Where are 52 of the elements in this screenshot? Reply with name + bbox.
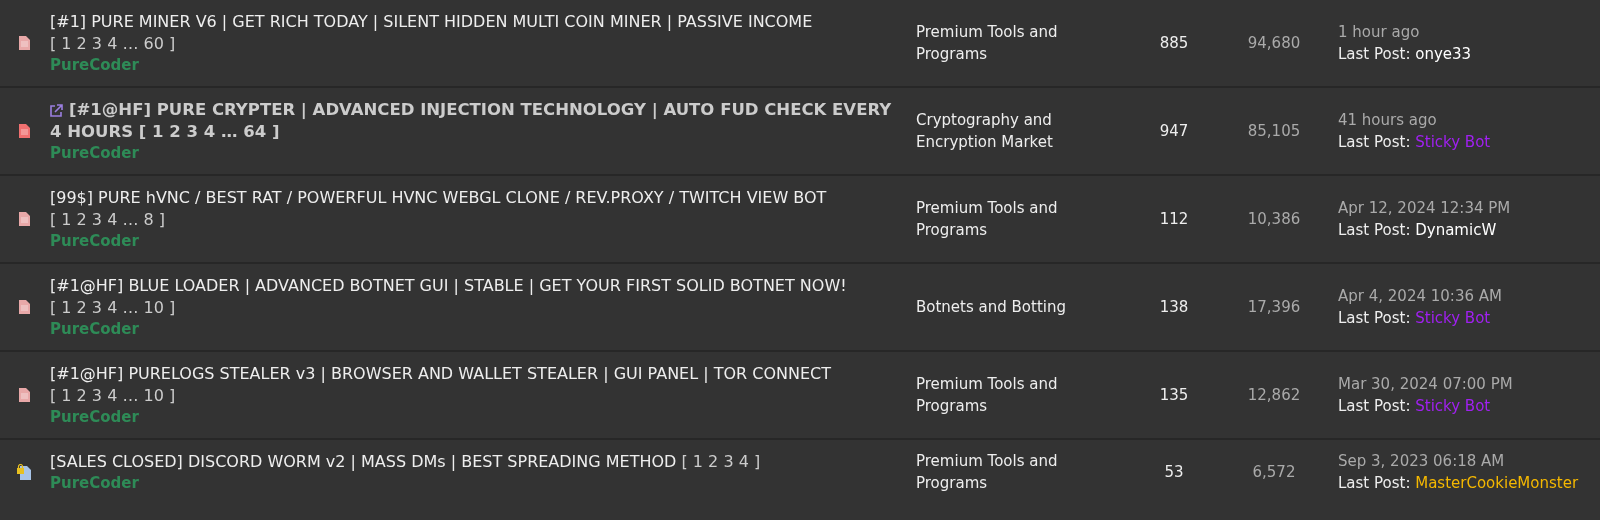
reply-count: 947 [1159, 122, 1189, 140]
view-count: 10,386 [1247, 210, 1301, 228]
last-poster-name[interactable]: onye33 [1415, 45, 1472, 63]
page-links[interactable]: [ 1 2 3 4 ] [681, 452, 761, 471]
last-post-label: Last Post: [1338, 474, 1411, 492]
last-post-time: Sep 3, 2023 06:18 AM [1338, 451, 1505, 472]
page-links[interactable]: [ 1 2 3 4 … 10 ] [50, 298, 176, 317]
last-post-time: 41 hours ago [1338, 110, 1437, 131]
document-icon [18, 212, 30, 226]
forum-name[interactable]: Premium Tools and Programs [916, 197, 1114, 241]
document-icon [18, 388, 30, 402]
thread-title[interactable]: [#1@HF] PURELOGS STEALER v3 | BROWSER AND WALLET STEALER | GUI PANEL | TOR CONNECT [ 1 2 3 4 … 10 ] [50, 363, 896, 407]
view-count: 94,680 [1247, 34, 1301, 52]
last-post-label: Last Post: [1338, 45, 1411, 63]
external-link-icon[interactable] [50, 104, 63, 117]
thread-title[interactable]: [99$] PURE hVNC / BEST RAT / POWERFUL HVNC WEBGL CLONE / REV.PROXY / TWITCH VIEW BOT [ 1 2 3 4 … 8 ] [50, 187, 896, 231]
view-count: 12,862 [1247, 386, 1301, 404]
document-icon [18, 300, 30, 314]
last-poster-name[interactable]: MasterCookieMonster [1415, 474, 1579, 492]
thread-title[interactable]: [#1@HF] PURE CRYPTER | ADVANCED INJECTION TECHNOLOGY | AUTO FUD CHECK EVERY 4 HOURS [ 1 2 3 4 … 64 ] [50, 99, 896, 143]
thread-title[interactable]: [SALES CLOSED] DISCORD WORM v2 | MASS DMs | BEST SPREADING METHOD [ 1 2 3 4 ] [50, 451, 896, 473]
reply-count: 53 [1164, 463, 1184, 481]
reply-count: 885 [1159, 34, 1189, 52]
last-post-time: 1 hour ago [1338, 22, 1420, 43]
reply-count: 112 [1159, 210, 1189, 228]
forum-name[interactable]: Premium Tools and Programs [916, 21, 1114, 65]
page-links[interactable]: [ 1 2 3 4 … 10 ] [50, 386, 176, 405]
page-links[interactable]: [ 1 2 3 4 … 60 ] [50, 34, 176, 53]
forum-name[interactable]: Cryptography and Encryption Market [916, 109, 1114, 153]
thread-title[interactable]: [#1] PURE MINER V6 | GET RICH TODAY | SILENT HIDDEN MULTI COIN MINER | PASSIVE INCOME [ 1 2 3 4 … 60 ] [50, 11, 896, 55]
last-post-time: Mar 30, 2024 07:00 PM [1338, 374, 1513, 395]
last-post-time: Apr 4, 2024 10:36 AM [1338, 286, 1502, 307]
forum-name[interactable]: Botnets and Botting [916, 296, 1114, 318]
page-links[interactable]: [ 1 2 3 4 … 8 ] [50, 210, 165, 229]
reply-count: 138 [1159, 298, 1189, 316]
document-icon [18, 124, 30, 138]
last-post-time: Apr 12, 2024 12:34 PM [1338, 198, 1511, 219]
last-post-label: Last Post: [1338, 221, 1411, 239]
document-icon [18, 36, 30, 50]
thread-title[interactable]: [#1@HF] BLUE LOADER | ADVANCED BOTNET GUI | STABLE | GET YOUR FIRST SOLID BOTNET NOW! [ 1 2 3 4 … 10 ] [50, 275, 896, 319]
locked-document-icon [17, 464, 31, 480]
view-count: 6,572 [1252, 463, 1296, 481]
view-count: 17,396 [1247, 298, 1301, 316]
page-links[interactable]: [ 1 2 3 4 … 64 ] [138, 122, 280, 141]
forum-name[interactable]: Premium Tools and Programs [916, 450, 1114, 494]
last-poster-name[interactable]: DynamicW [1415, 221, 1497, 239]
last-post-label: Last Post: [1338, 397, 1411, 415]
last-post-label: Last Post: [1338, 309, 1411, 327]
forum-name[interactable]: Premium Tools and Programs [916, 373, 1114, 417]
reply-count: 135 [1159, 386, 1189, 404]
last-post-label: Last Post: [1338, 133, 1411, 151]
view-count: 85,105 [1247, 122, 1301, 140]
